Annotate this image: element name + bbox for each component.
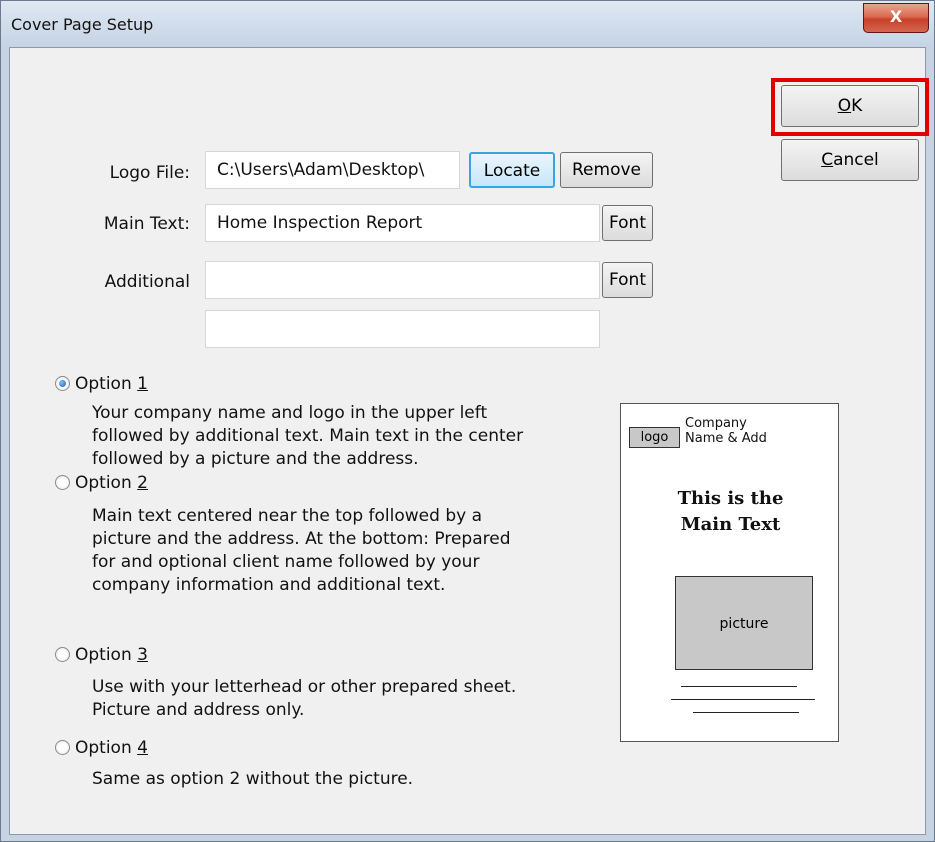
option-4-prefix: Option <box>75 738 138 758</box>
cover-page-preview: logo Company Name & Add This is the Main… <box>620 403 839 742</box>
cancel-accel: C <box>821 150 834 170</box>
option-3-prefix: Option <box>75 645 138 665</box>
logo-file-input[interactable]: C:\Users\Adam\Desktop\ <box>205 151 460 189</box>
preview-address-line <box>693 712 799 713</box>
preview-logo-box: logo <box>629 427 680 448</box>
option-3-radio[interactable]: Option 3 <box>55 645 148 665</box>
preview-address-line <box>681 686 797 687</box>
cancel-label: ancel <box>833 150 879 170</box>
preview-main-line: Main Text <box>680 514 781 535</box>
ok-button[interactable]: OK <box>781 85 919 127</box>
preview-main-line: This is the <box>677 488 784 509</box>
option-3-description: Use with your letterhead or other prepar… <box>92 676 592 722</box>
preview-address-line <box>671 699 815 700</box>
option-1-number: 1 <box>137 374 148 394</box>
radio-unselected-icon[interactable] <box>55 740 70 755</box>
main-text-input[interactable]: Home Inspection Report <box>205 204 600 242</box>
option-2-prefix: Option <box>75 473 138 493</box>
cover-page-setup-window: Cover Page Setup X OK Cancel Logo File: … <box>0 0 935 842</box>
option-1-line: Your company name and logo in the upper … <box>92 403 488 423</box>
additional-label: Additional <box>104 272 190 292</box>
option-2-description: Main text centered near the top followed… <box>92 505 592 597</box>
main-text-font-button[interactable]: Font <box>602 205 653 241</box>
ok-label: K <box>851 96 863 116</box>
option-4-description: Same as option 2 without the picture. <box>92 768 592 791</box>
preview-company-line: Name & Add <box>685 431 767 446</box>
option-2-line: picture and the address. At the bottom: … <box>92 529 511 549</box>
ok-accel: O <box>837 96 852 116</box>
option-1-radio[interactable]: Option 1 <box>55 374 148 394</box>
option-4-radio[interactable]: Option 4 <box>55 738 148 758</box>
preview-company-line: Company <box>685 416 747 431</box>
main-text-label: Main Text: <box>103 214 190 234</box>
option-1-line: followed by a picture and the address. <box>92 449 419 469</box>
option-2-line: Main text centered near the top followed… <box>92 506 482 526</box>
radio-unselected-icon[interactable] <box>55 475 70 490</box>
logo-file-label: Logo File: <box>109 163 190 183</box>
locate-button[interactable]: Locate <box>469 152 555 188</box>
preview-main-text: This is the Main Text <box>621 486 840 538</box>
option-1-prefix: Option <box>75 374 138 394</box>
option-1-description: Your company name and logo in the upper … <box>92 402 592 471</box>
option-2-line: company information and additional text. <box>92 575 446 595</box>
radio-selected-icon[interactable] <box>55 376 70 391</box>
additional-input-1[interactable] <box>205 261 600 299</box>
additional-input-2[interactable] <box>205 310 600 348</box>
option-4-number: 4 <box>137 738 148 758</box>
preview-picture-box: picture <box>675 576 813 670</box>
window-title: Cover Page Setup <box>11 15 154 34</box>
option-2-line: for and optional client name followed by… <box>92 552 480 572</box>
option-3-line: Use with your letterhead or other prepar… <box>92 677 517 697</box>
remove-button[interactable]: Remove <box>560 152 653 188</box>
dialog-body: OK Cancel Logo File: C:\Users\Adam\Deskt… <box>9 47 929 835</box>
option-2-radio[interactable]: Option 2 <box>55 473 148 493</box>
additional-font-button[interactable]: Font <box>602 262 653 298</box>
option-4-line: Same as option 2 without the picture. <box>92 769 414 789</box>
radio-unselected-icon[interactable] <box>55 647 70 662</box>
preview-company-text: Company Name & Add <box>685 416 795 446</box>
option-3-number: 3 <box>137 645 148 665</box>
title-bar: Cover Page Setup X <box>1 1 934 47</box>
option-3-line: Picture and address only. <box>92 700 305 720</box>
option-1-line: followed by additional text. Main text i… <box>92 426 524 446</box>
option-2-number: 2 <box>137 473 148 493</box>
cancel-button[interactable]: Cancel <box>781 139 919 181</box>
close-button[interactable]: X <box>863 3 929 33</box>
